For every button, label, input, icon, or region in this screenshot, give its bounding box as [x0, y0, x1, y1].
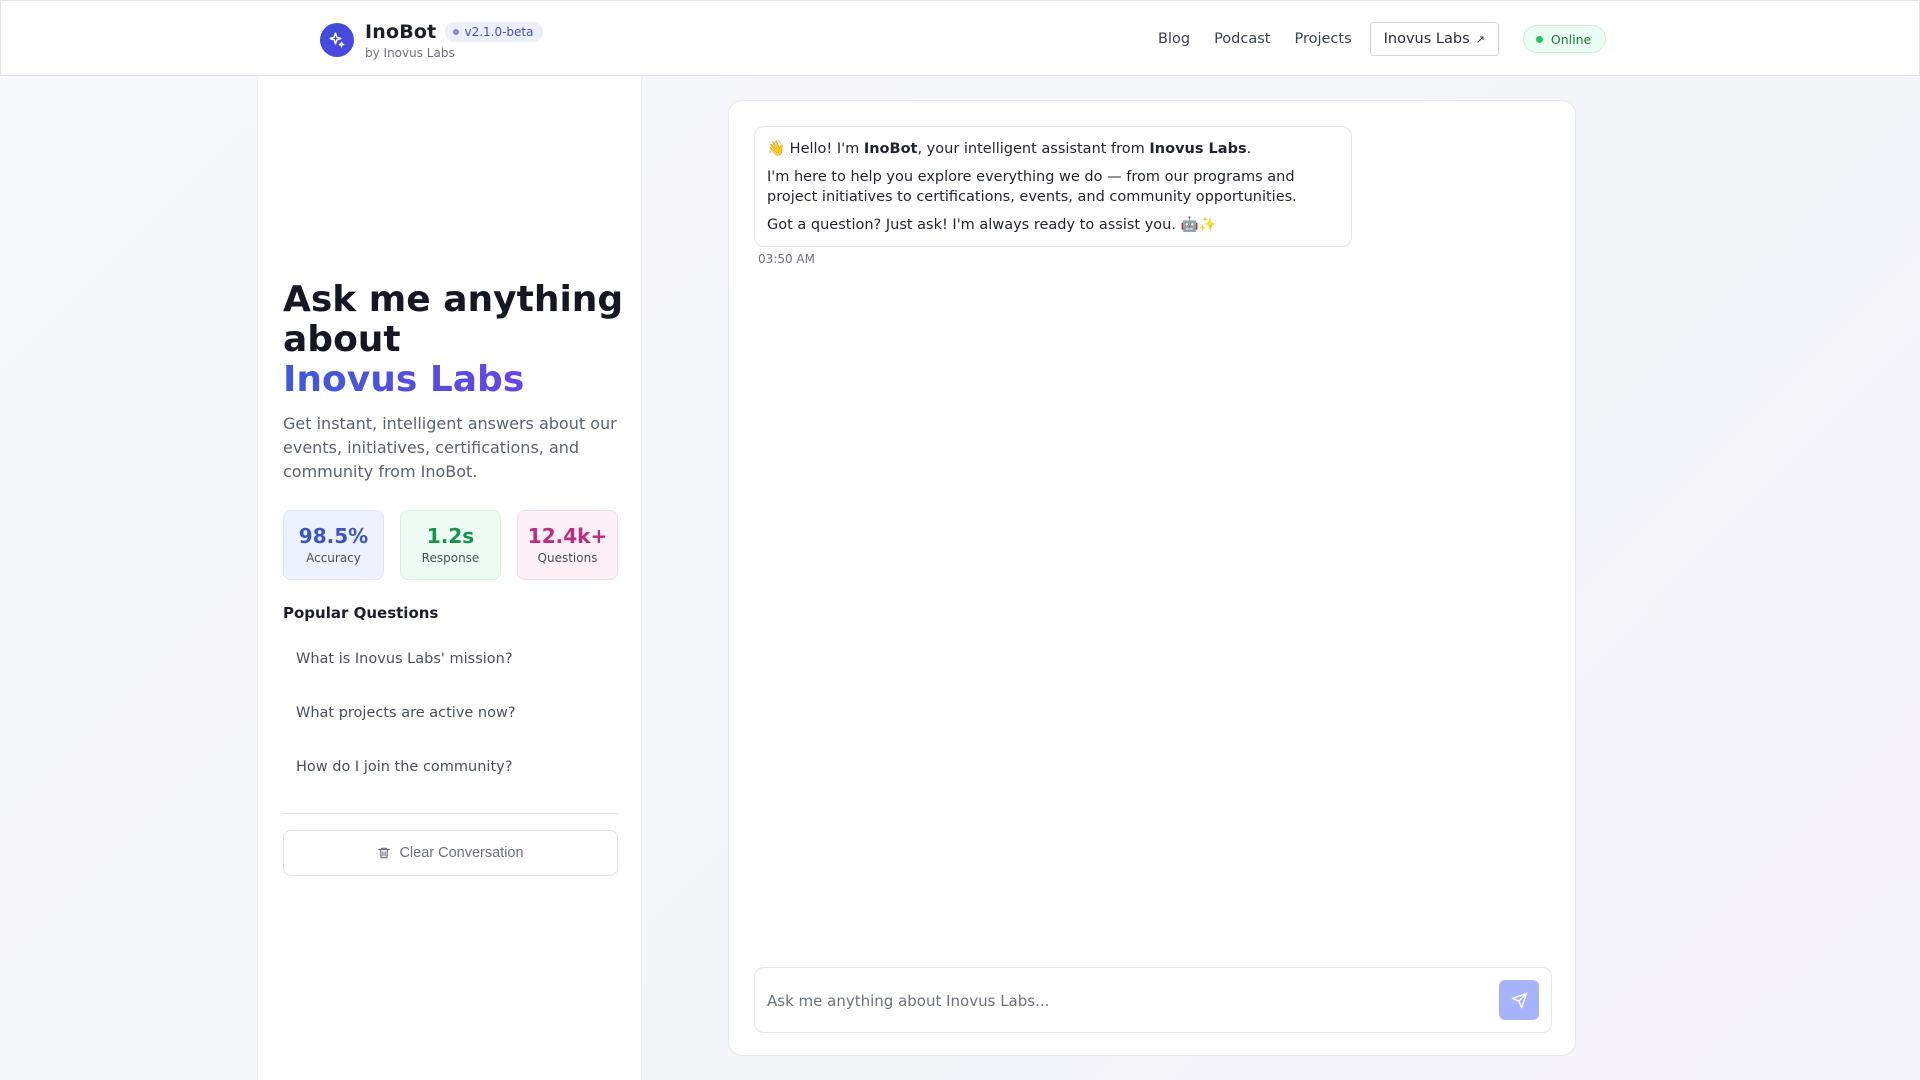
greeting-prefix: 👋 Hello! I'm: [767, 141, 864, 157]
hero-description: Get instant, intelligent answers about o…: [283, 414, 617, 481]
send-button[interactable]: [1499, 980, 1539, 1020]
message-cta: Got a question? Just ask! I'm always rea…: [767, 217, 1217, 233]
divider: [283, 813, 618, 814]
stat-label: Questions: [537, 551, 598, 565]
nav-projects[interactable]: Projects: [1294, 22, 1351, 56]
stat-value: 98.5%: [298, 524, 369, 548]
clear-conversation-button[interactable]: Clear Conversation: [283, 830, 618, 876]
sparkle-logo-icon: [320, 23, 354, 57]
stat-label: Response: [421, 551, 480, 565]
external-arrow-icon: ↗: [1475, 32, 1485, 46]
hero-title-line2: about: [283, 319, 401, 360]
popular-question-item[interactable]: What is Inovus Labs' mission?: [283, 632, 618, 686]
popular-question-item[interactable]: What projects are active now?: [283, 686, 618, 740]
status-label: Online: [1550, 31, 1592, 47]
hero-title: Ask me anything about Inovus Labs: [283, 280, 623, 400]
external-link-label: Inovus Labs: [1383, 31, 1470, 47]
stat-response: 1.2s Response: [400, 510, 501, 580]
trash-icon: [378, 847, 391, 859]
clear-conversation-label: Clear Conversation: [399, 845, 524, 861]
nav-blog[interactable]: Blog: [1158, 22, 1190, 56]
stat-accuracy: 98.5% Accuracy: [283, 510, 384, 580]
send-icon: [1511, 992, 1527, 1008]
popular-question-item[interactable]: How do I join the community?: [283, 740, 618, 794]
nav-podcast[interactable]: Podcast: [1214, 22, 1270, 56]
popular-questions-title: Popular Questions: [283, 604, 439, 622]
popular-questions-list: What is Inovus Labs' mission? What proje…: [283, 632, 618, 794]
message-greeting: 👋 Hello! I'm InoBot, your intelligent as…: [767, 139, 1339, 159]
version-label: v2.1.0-beta: [464, 25, 534, 39]
bot-message: 👋 Hello! I'm InoBot, your intelligent as…: [754, 126, 1352, 247]
greeting-mid: , your intelligent assistant from: [917, 141, 1150, 157]
status-badge: Online: [1522, 25, 1607, 53]
top-nav: Blog Podcast Projects Inovus Labs ↗ Onli…: [1158, 22, 1607, 56]
version-badge: v2.1.0-beta: [445, 22, 543, 42]
brand[interactable]: InoBot v2.1.0-beta by Inovus Labs: [320, 21, 543, 60]
stat-label: Accuracy: [306, 551, 361, 565]
stat-value: 12.4k+: [527, 524, 608, 548]
org-name: Inovus Labs: [1149, 141, 1247, 157]
chat-input-bar: [754, 967, 1552, 1033]
hero-title-accent: Inovus Labs: [283, 360, 623, 400]
message-intro: I'm here to help you explore everything …: [767, 169, 1297, 205]
brand-byline: by Inovus Labs: [365, 46, 455, 60]
stats-row: 98.5% Accuracy 1.2s Response 12.4k+ Ques…: [283, 510, 618, 580]
greeting-suffix: .: [1246, 141, 1252, 157]
app-header: InoBot v2.1.0-beta by Inovus Labs Blog P…: [0, 0, 1920, 76]
inovus-labs-external-link[interactable]: Inovus Labs ↗: [1369, 22, 1499, 56]
sidebar: Ask me anything about Inovus Labs Get in…: [257, 76, 642, 1080]
hero-title-line1: Ask me anything: [283, 279, 624, 320]
message-timestamp: 03:50 AM: [758, 252, 815, 266]
stat-value: 1.2s: [426, 524, 475, 548]
chat-input[interactable]: [767, 988, 1467, 1014]
status-dot-icon: [1535, 35, 1543, 43]
bot-name: InoBot: [863, 141, 918, 157]
chat-panel: 👋 Hello! I'm InoBot, your intelligent as…: [728, 100, 1576, 1056]
stat-questions: 12.4k+ Questions: [517, 510, 618, 580]
version-dot-icon: [453, 29, 460, 35]
brand-name: InoBot: [365, 21, 437, 43]
